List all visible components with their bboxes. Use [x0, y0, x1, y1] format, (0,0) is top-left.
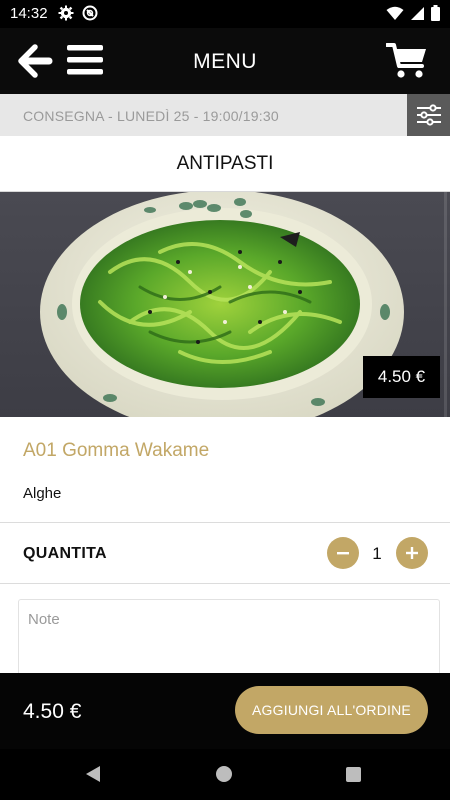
wifi-icon [386, 6, 404, 20]
vpn-icon [82, 5, 98, 21]
total-price: 4.50 € [23, 700, 82, 723]
product-name: A01 Gomma Wakame [23, 440, 210, 461]
filter-sliders-icon [416, 104, 441, 126]
nav-back-icon [86, 766, 100, 782]
nav-home-icon[interactable] [216, 766, 232, 782]
add-to-order-button[interactable]: AGGIUNGI ALL'ORDINE [235, 686, 428, 734]
signal-icon [411, 6, 424, 20]
nav-back-button[interactable] [85, 765, 101, 788]
increase-quantity-button[interactable] [396, 537, 428, 569]
product-image: 4.50 € [0, 192, 450, 417]
system-nav-bar [0, 749, 450, 800]
filter-button[interactable] [407, 94, 450, 136]
price-badge: 4.50 € [363, 356, 440, 398]
category-header: ANTIPASTI [0, 136, 450, 192]
cart-button[interactable] [385, 42, 428, 80]
cart-icon [385, 43, 426, 78]
app-bar: MENU [0, 28, 450, 94]
order-bar: 4.50 € AGGIUNGI ALL'ORDINE [0, 673, 450, 749]
delivery-info[interactable]: CONSEGNA - LUNEDÌ 25 - 19:00/19:30 [23, 108, 279, 124]
battery-icon [431, 5, 440, 21]
delivery-bar: CONSEGNA - LUNEDÌ 25 - 19:00/19:30 [0, 94, 450, 136]
status-bar: 14:32 [0, 0, 450, 28]
status-right-icons [386, 5, 440, 21]
nav-recents-icon[interactable] [346, 767, 361, 782]
decrease-quantity-button[interactable] [327, 537, 359, 569]
status-time: 14:32 [10, 5, 48, 22]
status-left-icons [58, 5, 98, 21]
minus-icon [337, 552, 349, 555]
notes-field[interactable] [18, 599, 440, 679]
product-description: Alghe [23, 485, 62, 502]
settings-icon [58, 5, 74, 21]
plus-icon [406, 547, 418, 559]
category-title: ANTIPASTI [176, 153, 274, 174]
quantity-row: QUANTITA 1 [0, 523, 450, 583]
quantity-value: 1 [372, 544, 382, 563]
scroll-indicator [444, 192, 447, 417]
divider [0, 583, 450, 584]
app-title: MENU [193, 50, 257, 73]
quantity-label: QUANTITA [23, 545, 107, 562]
